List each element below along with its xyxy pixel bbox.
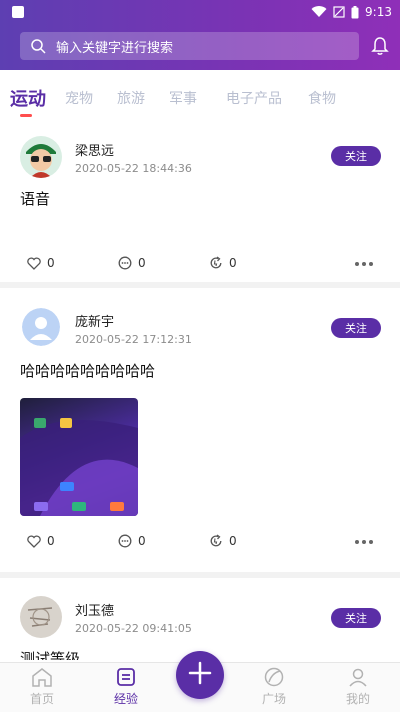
comment-button[interactable]: 0 — [118, 256, 146, 270]
like-count: 0 — [47, 534, 55, 548]
user-icon — [348, 667, 368, 690]
comment-count: 0 — [138, 256, 146, 270]
wifi-icon — [311, 6, 327, 18]
post-text: 哈哈哈哈哈哈哈哈哈 — [20, 362, 156, 380]
comment-icon — [118, 534, 132, 548]
follow-button[interactable]: 关注 — [331, 318, 381, 338]
post-card[interactable]: 梁思远 2020-05-22 18:44:36 关注 语音 0 0 0 — [0, 120, 400, 288]
nav-experience-label: 经验 — [113, 692, 138, 706]
comment-count: 0 — [138, 534, 146, 548]
nav-home-label: 首页 — [29, 692, 54, 706]
plus-icon — [186, 659, 214, 691]
clock-time: 9:13 — [365, 5, 392, 19]
experience-icon — [116, 667, 136, 690]
signal-icon — [333, 6, 345, 18]
tab-sports[interactable]: 运动 — [10, 85, 46, 111]
nav-mine[interactable]: 我的 — [328, 667, 388, 711]
post-card[interactable]: 刘玉德 2020-05-22 09:41:05 关注 测试等级 — [0, 578, 400, 660]
avatar[interactable] — [20, 596, 62, 638]
search-input[interactable]: 输入关键字进行搜索 — [20, 32, 359, 60]
comment-icon — [118, 256, 132, 270]
status-right-group: 9:13 — [311, 4, 392, 20]
follow-button[interactable]: 关注 — [331, 608, 381, 628]
post-text: 测试等级 — [20, 650, 81, 660]
post-time: 2020-05-22 17:12:31 — [75, 333, 192, 346]
search-placeholder: 输入关键字进行搜索 — [56, 40, 174, 56]
nav-mine-label: 我的 — [345, 692, 370, 706]
gallery-notification-icon — [12, 6, 24, 18]
search-icon — [30, 38, 46, 54]
status-bar: 9:13 — [0, 0, 400, 24]
post-text: 语音 — [20, 190, 51, 208]
bell-icon[interactable] — [370, 36, 390, 56]
share-icon — [209, 534, 223, 548]
top-header: 9:13 输入关键字进行搜索 — [0, 0, 400, 70]
nav-square[interactable]: 广场 — [244, 667, 304, 711]
post-author[interactable]: 庞新宇 — [75, 311, 114, 330]
home-icon — [31, 667, 53, 690]
like-count: 0 — [47, 256, 55, 270]
like-button[interactable]: 0 — [27, 534, 55, 548]
create-post-button[interactable] — [176, 651, 224, 699]
post-time: 2020-05-22 18:44:36 — [75, 162, 192, 175]
nav-experience[interactable]: 经验 — [96, 667, 156, 711]
category-tabs: 运动 宠物 旅游 军事 电子产品 食物 — [0, 70, 400, 120]
heart-icon — [27, 256, 41, 270]
post-time: 2020-05-22 09:41:05 — [75, 622, 192, 635]
share-button[interactable]: 0 — [209, 256, 237, 270]
tab-military[interactable]: 军事 — [169, 88, 197, 108]
more-icon[interactable] — [355, 539, 373, 545]
battery-icon — [351, 5, 359, 19]
post-author[interactable]: 刘玉德 — [75, 600, 114, 619]
avatar[interactable] — [20, 136, 62, 178]
tab-electronics[interactable]: 电子产品 — [226, 88, 282, 108]
leaf-icon — [264, 667, 284, 690]
share-count: 0 — [229, 256, 237, 270]
share-icon — [209, 256, 223, 270]
nav-home[interactable]: 首页 — [12, 667, 72, 711]
share-button[interactable]: 0 — [209, 534, 237, 548]
avatar[interactable] — [22, 308, 60, 346]
like-button[interactable]: 0 — [27, 256, 55, 270]
tab-active-indicator — [20, 114, 32, 117]
post-card[interactable]: 庞新宇 2020-05-22 17:12:31 关注 哈哈哈哈哈哈哈哈哈 0 0… — [0, 288, 400, 578]
tab-travel[interactable]: 旅游 — [117, 88, 145, 108]
post-author[interactable]: 梁思远 — [75, 140, 114, 159]
tab-pets[interactable]: 宠物 — [65, 88, 93, 108]
follow-button[interactable]: 关注 — [331, 146, 381, 166]
comment-button[interactable]: 0 — [118, 534, 146, 548]
post-image[interactable] — [20, 398, 138, 516]
more-icon[interactable] — [355, 261, 373, 267]
share-count: 0 — [229, 534, 237, 548]
heart-icon — [27, 534, 41, 548]
post-feed[interactable]: 梁思远 2020-05-22 18:44:36 关注 语音 0 0 0 庞新宇 … — [0, 120, 400, 660]
tab-food[interactable]: 食物 — [308, 88, 336, 108]
nav-square-label: 广场 — [261, 692, 286, 706]
